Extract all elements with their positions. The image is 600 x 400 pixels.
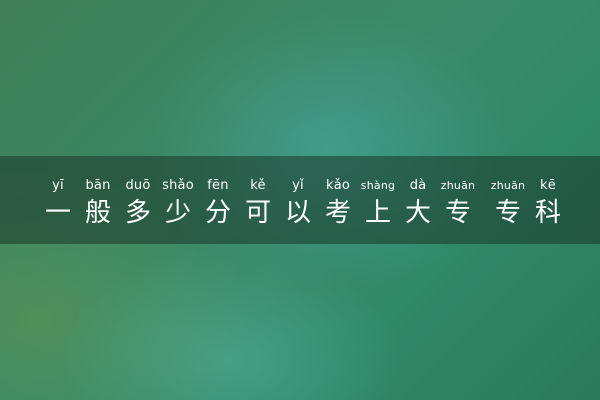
hanzi: 专 — [494, 198, 521, 228]
pinyin: yī — [52, 178, 64, 193]
title-char: fēn 分 — [198, 178, 238, 230]
pinyin: zhuān — [490, 179, 526, 192]
hanzi: 可 — [244, 198, 271, 228]
hanzi: 般 — [84, 198, 111, 228]
pinyin: shǎo — [162, 178, 194, 193]
page-title: yī 一 bān 般 duō 多 shǎo 少 fēn 分 kě 可 yǐ 以 … — [38, 178, 568, 230]
pinyin: kǎo — [325, 178, 351, 193]
title-char: kǎo 考 — [318, 178, 358, 230]
hanzi: 多 — [124, 198, 151, 228]
hanzi: 以 — [284, 198, 311, 228]
pinyin: bān — [85, 178, 111, 193]
pinyin: shàng — [360, 179, 396, 192]
pinyin: fēn — [207, 178, 229, 193]
hanzi: 一 — [44, 198, 71, 228]
pinyin: duō — [125, 178, 151, 193]
hanzi: 专 — [444, 198, 471, 228]
hanzi: 大 — [404, 198, 431, 228]
title-char: zhuān 专 — [488, 178, 528, 230]
title-char: kě 可 — [238, 178, 278, 230]
title-char: bān 般 — [78, 178, 118, 230]
title-char: yī 一 — [38, 178, 78, 230]
pinyin: kē — [540, 178, 556, 193]
hanzi: 分 — [204, 198, 231, 228]
title-char: zhuān 专 — [438, 178, 478, 230]
title-char: dà 大 — [398, 178, 438, 230]
pinyin: kě — [250, 178, 266, 193]
title-char: shǎo 少 — [158, 178, 198, 230]
pinyin: yǐ — [292, 178, 304, 193]
pinyin: dà — [409, 178, 427, 193]
title-char: shàng 上 — [358, 178, 398, 230]
hanzi: 科 — [534, 198, 561, 228]
title-char: yǐ 以 — [278, 178, 318, 230]
title-char: kē 科 — [528, 178, 568, 230]
pinyin: zhuān — [440, 179, 476, 192]
title-char: duō 多 — [118, 178, 158, 230]
hanzi: 考 — [324, 198, 351, 228]
hanzi: 上 — [364, 198, 391, 228]
cover-image: yī 一 bān 般 duō 多 shǎo 少 fēn 分 kě 可 yǐ 以 … — [0, 0, 600, 400]
hanzi: 少 — [164, 198, 191, 228]
